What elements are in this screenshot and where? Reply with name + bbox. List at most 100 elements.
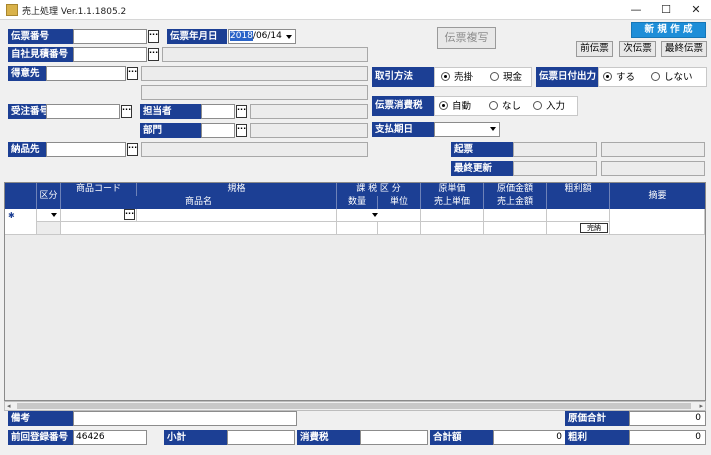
- radio-empty-icon: [533, 101, 542, 110]
- radio-empty-icon: [651, 72, 660, 81]
- cell-kubun[interactable]: [37, 209, 61, 222]
- new-row-marker: ✱: [5, 209, 37, 235]
- tantousha-lookup-button[interactable]: ···: [236, 105, 247, 118]
- title-bar: 売上処理 Ver.1.1.1805.2 — ☐ ✕: [0, 0, 711, 20]
- tokuisaki-label: 得意先: [8, 66, 46, 81]
- col-suryo: 数量: [337, 196, 378, 209]
- date-output-radio-group: する しない: [598, 67, 707, 87]
- prev-denpyo-button[interactable]: 前伝票: [576, 41, 613, 57]
- shiharai-dropdown[interactable]: [434, 122, 500, 137]
- arari-value: 0: [629, 430, 706, 445]
- cell-arari[interactable]: [547, 209, 610, 222]
- tantousha-name-display: [250, 104, 368, 119]
- col-kikaku: 規格: [137, 183, 337, 196]
- juchu-bango-lookup-button[interactable]: ···: [121, 105, 132, 118]
- nohinsaki-lookup-button[interactable]: ···: [127, 143, 138, 156]
- date-output-option-shinai[interactable]: しない: [651, 68, 693, 88]
- bumon-lookup-button[interactable]: ···: [236, 124, 247, 137]
- cell-kikaku[interactable]: [137, 209, 337, 222]
- denpyo-bango-label: 伝票番号: [8, 29, 73, 44]
- chevron-down-icon: [490, 127, 496, 131]
- cell-suryo[interactable]: [337, 222, 378, 235]
- scrollbar-thumb[interactable]: [17, 403, 691, 409]
- cell-shohin-code[interactable]: ···: [61, 209, 137, 222]
- tax-option-auto[interactable]: 自動: [439, 97, 471, 117]
- zenkai-label: 前回登録番号: [8, 430, 73, 445]
- maximize-button[interactable]: ☐: [651, 0, 681, 20]
- detail-grid[interactable]: 区分 商品コード 規格 商品名 課 税 区 分 数量 単位 原単価 売上単価 原…: [4, 182, 706, 401]
- shokei-value: [227, 430, 295, 445]
- denpyo-copy-button[interactable]: 伝票複写: [437, 27, 496, 49]
- col-tekiyo: 摘要: [610, 183, 705, 209]
- tantousha-code-field[interactable]: [201, 104, 235, 119]
- minimize-button[interactable]: —: [621, 0, 651, 20]
- scroll-left-icon[interactable]: ◂: [7, 402, 11, 410]
- cell-shohin-mei[interactable]: [61, 222, 337, 235]
- scroll-right-icon[interactable]: ▸: [699, 402, 703, 410]
- kihyo-display: [513, 142, 597, 157]
- date-dropdown-icon[interactable]: [286, 35, 292, 39]
- jisha-mitsumori-lookup-button[interactable]: ···: [148, 48, 159, 61]
- biko-label: 備考: [8, 411, 73, 426]
- nohinsaki-name-display: [141, 142, 368, 157]
- col-uriage-tanka: 売上単価: [421, 196, 484, 209]
- cell-gen-tanka[interactable]: [421, 209, 484, 222]
- denpyo-date-field[interactable]: 2018/06/14: [228, 29, 296, 44]
- col-tani: 単位: [378, 196, 421, 209]
- col-kazei-kubun: 課 税 区 分: [337, 183, 421, 196]
- juchu-bango-label: 受注番号: [8, 104, 46, 119]
- grid-header-corner: [5, 183, 37, 209]
- bumon-code-field[interactable]: [201, 123, 235, 138]
- saishu-label: 最終更新: [451, 161, 513, 176]
- cell-tani[interactable]: [378, 222, 421, 235]
- denpyo-bango-field[interactable]: [73, 29, 147, 44]
- col-uriage-kingaku: 売上金額: [484, 196, 547, 209]
- radio-selected-icon: [603, 72, 612, 81]
- nohinsaki-code-field[interactable]: [46, 142, 126, 157]
- denpyo-date-year: 2018: [230, 31, 253, 41]
- col-shohin-mei: 商品名: [61, 196, 337, 209]
- tax-total-label: 消費税: [297, 430, 360, 445]
- saishu-display: [513, 161, 597, 176]
- bumon-name-display: [250, 123, 368, 138]
- torihiki-label: 取引方法: [372, 67, 434, 87]
- cell-uriage-kingaku[interactable]: [484, 222, 547, 235]
- shokei-label: 小計: [164, 430, 227, 445]
- last-denpyo-button[interactable]: 最終伝票: [661, 41, 707, 57]
- shohin-lookup-button[interactable]: ···: [124, 209, 135, 220]
- tokuisaki-code-field[interactable]: [46, 66, 126, 81]
- next-denpyo-button[interactable]: 次伝票: [619, 41, 656, 57]
- kanno-button[interactable]: 完納: [580, 223, 608, 233]
- cell-uriage-tanka[interactable]: [421, 222, 484, 235]
- jisha-mitsumori-field[interactable]: [73, 47, 147, 62]
- grid-horizontal-scrollbar[interactable]: ◂ ▸: [4, 401, 706, 411]
- cell-kanno: 完納: [547, 222, 610, 235]
- col-kubun: 区分: [37, 183, 61, 209]
- new-record-button[interactable]: 新 規 作 成: [631, 22, 706, 38]
- col-shohin-code: 商品コード: [61, 183, 137, 196]
- tax-option-input[interactable]: 入力: [533, 97, 565, 117]
- jisha-mitsumori-display: [162, 47, 368, 62]
- denpyo-bango-lookup-button[interactable]: ···: [148, 30, 159, 43]
- close-button[interactable]: ✕: [681, 0, 711, 20]
- biko-field[interactable]: [73, 411, 297, 426]
- cell-kazei-kubun[interactable]: [337, 209, 421, 222]
- tokuisaki-name2-display: [141, 85, 368, 100]
- torihiki-option-urikake[interactable]: 売掛: [441, 68, 473, 88]
- genka-total-value: 0: [629, 411, 706, 426]
- cell-genka-kingaku[interactable]: [484, 209, 547, 222]
- arari-label: 粗利: [565, 430, 629, 445]
- tax-radio-group: 自動 なし 入力: [434, 96, 578, 116]
- bumon-label: 部門: [140, 123, 201, 138]
- jisha-mitsumori-label: 自社見積番号: [8, 47, 73, 62]
- window-title: 売上処理 Ver.1.1.1805.2: [22, 7, 127, 17]
- tokuisaki-lookup-button[interactable]: ···: [127, 67, 138, 80]
- torihiki-option-genkin[interactable]: 現金: [490, 68, 522, 88]
- date-output-option-suru[interactable]: する: [603, 68, 635, 88]
- kihyo-time-display: [601, 142, 705, 157]
- cell-tekiyo[interactable]: [610, 209, 705, 235]
- chevron-down-icon: [51, 213, 57, 217]
- tax-option-none[interactable]: なし: [489, 97, 521, 117]
- col-arari-sub: [547, 196, 610, 209]
- juchu-bango-field[interactable]: [46, 104, 120, 119]
